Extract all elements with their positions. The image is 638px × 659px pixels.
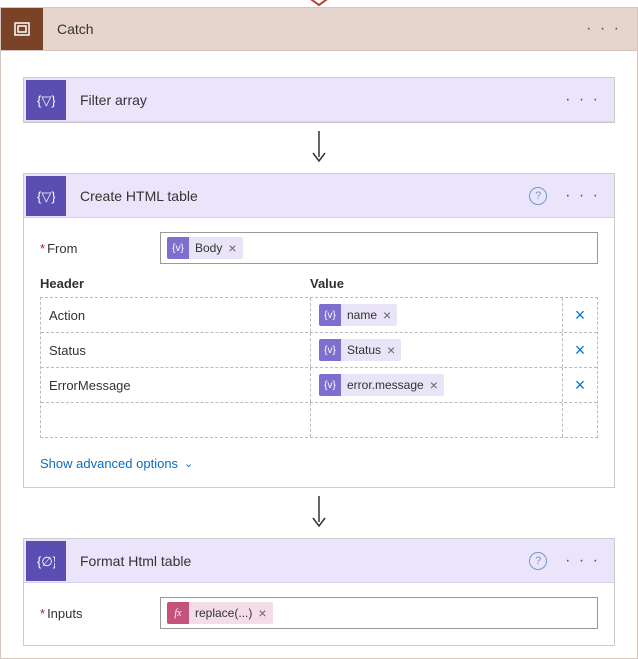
action-format-html-table: {∅} Format Html table ? · · · *Inputs fx… bbox=[23, 538, 615, 646]
token-expression-replace[interactable]: fx replace(...) × bbox=[167, 602, 273, 624]
dynamic-content-icon: {v} bbox=[319, 304, 341, 326]
header-cell-input[interactable]: Status bbox=[41, 333, 311, 367]
header-cell-input[interactable]: Action bbox=[41, 298, 311, 332]
chevron-down-icon: ⌄ bbox=[184, 457, 193, 470]
connector-arrow bbox=[19, 496, 619, 530]
token-body[interactable]: {v} Body × bbox=[167, 237, 243, 259]
table-row: Status {v} Status × × bbox=[41, 333, 597, 368]
from-input[interactable]: {v} Body × bbox=[160, 232, 598, 264]
columns-table: Action {v} name × × Status bbox=[40, 297, 598, 438]
compose-icon: {∅} bbox=[26, 541, 66, 581]
action-menu-button[interactable]: · · · bbox=[559, 187, 606, 205]
scope-icon bbox=[1, 8, 43, 50]
value-cell-input[interactable]: {v} Status × bbox=[311, 333, 563, 367]
scope-title: Catch bbox=[57, 21, 580, 37]
column-header-label: Header bbox=[40, 276, 310, 291]
show-advanced-options-link[interactable]: Show advanced options ⌄ bbox=[40, 456, 193, 471]
dynamic-content-icon: {v} bbox=[319, 339, 341, 361]
action-header[interactable]: {∅} Format Html table ? · · · bbox=[24, 539, 614, 583]
token-status[interactable]: {v} Status × bbox=[319, 339, 401, 361]
delete-row-button[interactable]: × bbox=[575, 305, 586, 326]
from-label: *From bbox=[40, 241, 160, 256]
svg-text:{▽}: {▽} bbox=[37, 93, 55, 108]
scope-header-catch[interactable]: Catch · · · bbox=[0, 7, 638, 51]
header-cell-input[interactable]: ErrorMessage bbox=[41, 368, 311, 402]
column-value-label: Value bbox=[310, 276, 598, 291]
delete-row-button[interactable]: × bbox=[575, 340, 586, 361]
action-header[interactable]: {▽} Create HTML table ? · · · bbox=[24, 174, 614, 218]
data-operation-icon: {▽} bbox=[26, 80, 66, 120]
value-cell-input[interactable]: {v} error.message × bbox=[311, 368, 563, 402]
data-operation-icon: {▽} bbox=[26, 176, 66, 216]
header-cell-input[interactable] bbox=[41, 403, 311, 437]
scope-menu-button[interactable]: · · · bbox=[580, 20, 627, 38]
action-filter-array[interactable]: {▽} Filter array · · · bbox=[23, 77, 615, 123]
inputs-input[interactable]: fx replace(...) × bbox=[160, 597, 598, 629]
help-icon[interactable]: ? bbox=[529, 552, 547, 570]
run-after-diamond bbox=[0, 0, 638, 7]
fx-icon: fx bbox=[167, 602, 189, 624]
action-create-html-table: {▽} Create HTML table ? · · · *From {v} … bbox=[23, 173, 615, 488]
table-row: Action {v} name × × bbox=[41, 298, 597, 333]
token-error-message[interactable]: {v} error.message × bbox=[319, 374, 444, 396]
action-title: Format Html table bbox=[80, 553, 529, 569]
svg-text:{∅}: {∅} bbox=[37, 554, 55, 569]
token-remove-button[interactable]: × bbox=[258, 605, 272, 621]
delete-row-button[interactable]: × bbox=[575, 375, 586, 396]
action-title: Create HTML table bbox=[80, 188, 529, 204]
action-title: Filter array bbox=[80, 92, 559, 108]
inputs-label: *Inputs bbox=[40, 606, 160, 621]
dynamic-content-icon: {v} bbox=[167, 237, 189, 259]
dynamic-content-icon: {v} bbox=[319, 374, 341, 396]
value-cell-input[interactable]: {v} name × bbox=[311, 298, 563, 332]
token-remove-button[interactable]: × bbox=[228, 240, 242, 256]
value-cell-input[interactable] bbox=[311, 403, 563, 437]
token-remove-button[interactable]: × bbox=[387, 342, 401, 358]
token-remove-button[interactable]: × bbox=[430, 377, 444, 393]
connector-arrow bbox=[19, 131, 619, 165]
token-remove-button[interactable]: × bbox=[383, 307, 397, 323]
table-row-empty bbox=[41, 403, 597, 437]
table-row: ErrorMessage {v} error.message × × bbox=[41, 368, 597, 403]
svg-text:{▽}: {▽} bbox=[37, 189, 55, 204]
help-icon[interactable]: ? bbox=[529, 187, 547, 205]
token-name[interactable]: {v} name × bbox=[319, 304, 397, 326]
scope-body: {▽} Filter array · · · {▽} Create HTML t… bbox=[0, 51, 638, 659]
action-menu-button[interactable]: · · · bbox=[559, 91, 606, 109]
action-menu-button[interactable]: · · · bbox=[559, 552, 606, 570]
